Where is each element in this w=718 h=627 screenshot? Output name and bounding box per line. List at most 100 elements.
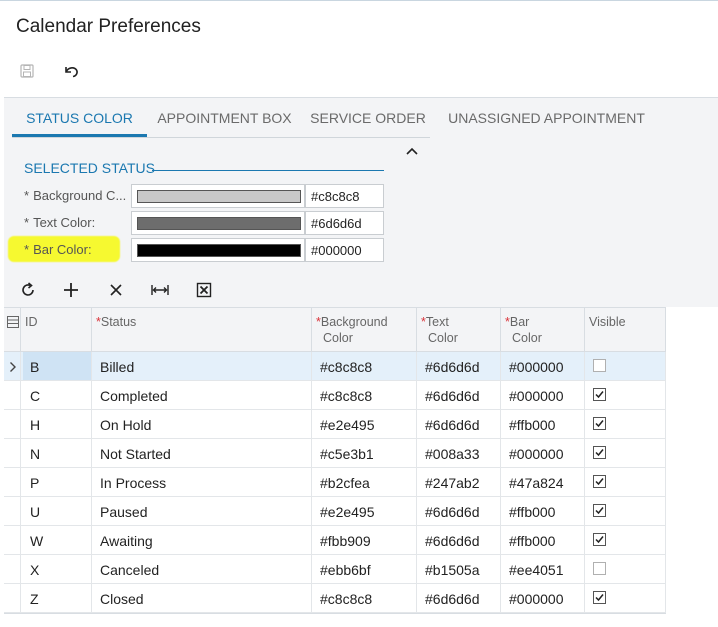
- background-color-swatch: [137, 190, 301, 203]
- cell-bar-color[interactable]: #ee4051: [509, 562, 564, 578]
- bar-color-label: * Bar Color:: [24, 242, 92, 257]
- column-separator: [584, 352, 585, 613]
- section-title: SELECTED STATUS: [24, 160, 155, 176]
- cell-background-color[interactable]: #c5e3b1: [320, 446, 374, 462]
- table-row[interactable]: C Completed #c8c8c8 #6d6d6d #000000: [4, 381, 666, 410]
- cell-text-color[interactable]: #008a33: [425, 446, 480, 462]
- cell-bar-color[interactable]: #ffb000: [509, 533, 555, 549]
- visible-checkbox[interactable]: [593, 533, 606, 546]
- cell-status[interactable]: In Process: [100, 475, 166, 491]
- cell-background-color[interactable]: #fbb909: [320, 533, 371, 549]
- cell-id[interactable]: C: [30, 388, 40, 404]
- chevron-up-icon[interactable]: [404, 144, 420, 160]
- refresh-icon[interactable]: [15, 277, 41, 303]
- cell-background-color[interactable]: #c8c8c8: [320, 359, 372, 375]
- column-header-visible[interactable]: Visible: [589, 314, 626, 330]
- cell-bar-color[interactable]: #000000: [509, 359, 564, 375]
- cell-id[interactable]: N: [30, 446, 40, 462]
- cell-text-color[interactable]: #247ab2: [425, 475, 480, 491]
- cell-status[interactable]: Closed: [100, 591, 144, 607]
- cell-text-color[interactable]: #6d6d6d: [425, 533, 480, 549]
- cell-text-color[interactable]: #b1505a: [425, 562, 480, 578]
- column-header-background-color[interactable]: *Background Color: [316, 314, 388, 346]
- column-header-status[interactable]: *Status: [96, 314, 136, 330]
- cell-status[interactable]: Billed: [100, 359, 134, 375]
- add-row-icon[interactable]: [58, 277, 84, 303]
- undo-icon[interactable]: [60, 60, 82, 82]
- cell-text-color[interactable]: #6d6d6d: [425, 504, 480, 520]
- column-separator: [416, 352, 417, 613]
- text-color-hex-input[interactable]: #6d6d6d: [305, 211, 384, 235]
- save-icon[interactable]: [16, 60, 38, 82]
- fit-columns-icon[interactable]: [147, 277, 173, 303]
- visible-checkbox[interactable]: [593, 359, 606, 372]
- table-row[interactable]: Z Closed #c8c8c8 #6d6d6d #000000: [4, 584, 666, 613]
- visible-checkbox[interactable]: [593, 417, 606, 430]
- cell-status[interactable]: Awaiting: [100, 533, 153, 549]
- page-title: Calendar Preferences: [16, 16, 201, 37]
- top-border: [0, 0, 718, 1]
- cell-text-color[interactable]: #6d6d6d: [425, 359, 480, 375]
- background-color-picker[interactable]: [131, 184, 305, 208]
- tab-appointment-box[interactable]: APPOINTMENT BOX: [147, 98, 302, 138]
- cell-status[interactable]: Completed: [100, 388, 168, 404]
- cell-status[interactable]: Not Started: [100, 446, 171, 462]
- cell-id[interactable]: H: [30, 417, 40, 433]
- column-header-text-color[interactable]: *Text Color: [421, 314, 458, 346]
- table-row[interactable]: X Canceled #ebb6bf #b1505a #ee4051: [4, 555, 666, 584]
- cell-background-color[interactable]: #e2e495: [320, 504, 375, 520]
- table-row[interactable]: W Awaiting #fbb909 #6d6d6d #ffb000: [4, 526, 666, 555]
- cell-bar-color[interactable]: #ffb000: [509, 417, 555, 433]
- column-separator: [20, 352, 21, 613]
- cell-background-color[interactable]: #b2cfea: [320, 475, 370, 491]
- cell-background-color[interactable]: #c8c8c8: [320, 388, 372, 404]
- background-color-hex-input[interactable]: #c8c8c8: [305, 184, 384, 208]
- column-chooser-icon[interactable]: [7, 315, 19, 333]
- visible-checkbox[interactable]: [593, 475, 606, 488]
- cell-id[interactable]: P: [30, 475, 39, 491]
- cell-text-color[interactable]: #6d6d6d: [425, 417, 480, 433]
- tab-status-color[interactable]: STATUS COLOR: [12, 98, 147, 138]
- column-separator: [311, 352, 312, 613]
- cell-id[interactable]: W: [30, 533, 43, 549]
- visible-checkbox[interactable]: [593, 504, 606, 517]
- table-row[interactable]: P In Process #b2cfea #247ab2 #47a824: [4, 468, 666, 497]
- bar-color-hex-input[interactable]: #000000: [305, 238, 384, 262]
- cell-status[interactable]: Canceled: [100, 562, 159, 578]
- cell-bar-color[interactable]: #47a824: [509, 475, 564, 491]
- column-separator: [665, 352, 666, 613]
- text-color-swatch: [137, 217, 301, 230]
- visible-checkbox[interactable]: [593, 446, 606, 459]
- cell-bar-color[interactable]: #000000: [509, 591, 564, 607]
- cell-status[interactable]: Paused: [100, 504, 147, 520]
- table-row[interactable]: H On Hold #e2e495 #6d6d6d #ffb000: [4, 410, 666, 439]
- cell-text-color[interactable]: #6d6d6d: [425, 591, 480, 607]
- cell-id[interactable]: Z: [30, 591, 39, 607]
- tab-unassigned-appointment[interactable]: UNASSIGNED APPOINTMENT: [434, 98, 659, 138]
- cell-id[interactable]: X: [30, 562, 39, 578]
- table-row[interactable]: B Billed #c8c8c8 #6d6d6d #000000: [4, 352, 666, 381]
- cell-background-color[interactable]: #c8c8c8: [320, 591, 372, 607]
- text-color-picker[interactable]: [131, 211, 305, 235]
- table-row[interactable]: U Paused #e2e495 #6d6d6d #ffb000: [4, 497, 666, 526]
- cell-bar-color[interactable]: #000000: [509, 388, 564, 404]
- export-excel-icon[interactable]: [191, 277, 217, 303]
- cell-status[interactable]: On Hold: [100, 417, 151, 433]
- delete-row-icon[interactable]: [103, 277, 129, 303]
- column-header-id[interactable]: ID: [25, 314, 38, 330]
- tab-divider: [12, 137, 430, 138]
- cell-bar-color[interactable]: #ffb000: [509, 504, 555, 520]
- visible-checkbox[interactable]: [593, 562, 606, 575]
- cell-bar-color[interactable]: #000000: [509, 446, 564, 462]
- cell-background-color[interactable]: #e2e495: [320, 417, 375, 433]
- cell-id[interactable]: B: [30, 359, 39, 375]
- cell-text-color[interactable]: #6d6d6d: [425, 388, 480, 404]
- cell-id[interactable]: U: [30, 504, 40, 520]
- bar-color-picker[interactable]: [131, 238, 305, 262]
- visible-checkbox[interactable]: [593, 388, 606, 401]
- tab-service-order[interactable]: SERVICE ORDER: [302, 98, 434, 138]
- column-header-bar-color[interactable]: *Bar Color: [505, 314, 542, 346]
- table-row[interactable]: N Not Started #c5e3b1 #008a33 #000000: [4, 439, 666, 468]
- cell-background-color[interactable]: #ebb6bf: [320, 562, 371, 578]
- visible-checkbox[interactable]: [593, 591, 606, 604]
